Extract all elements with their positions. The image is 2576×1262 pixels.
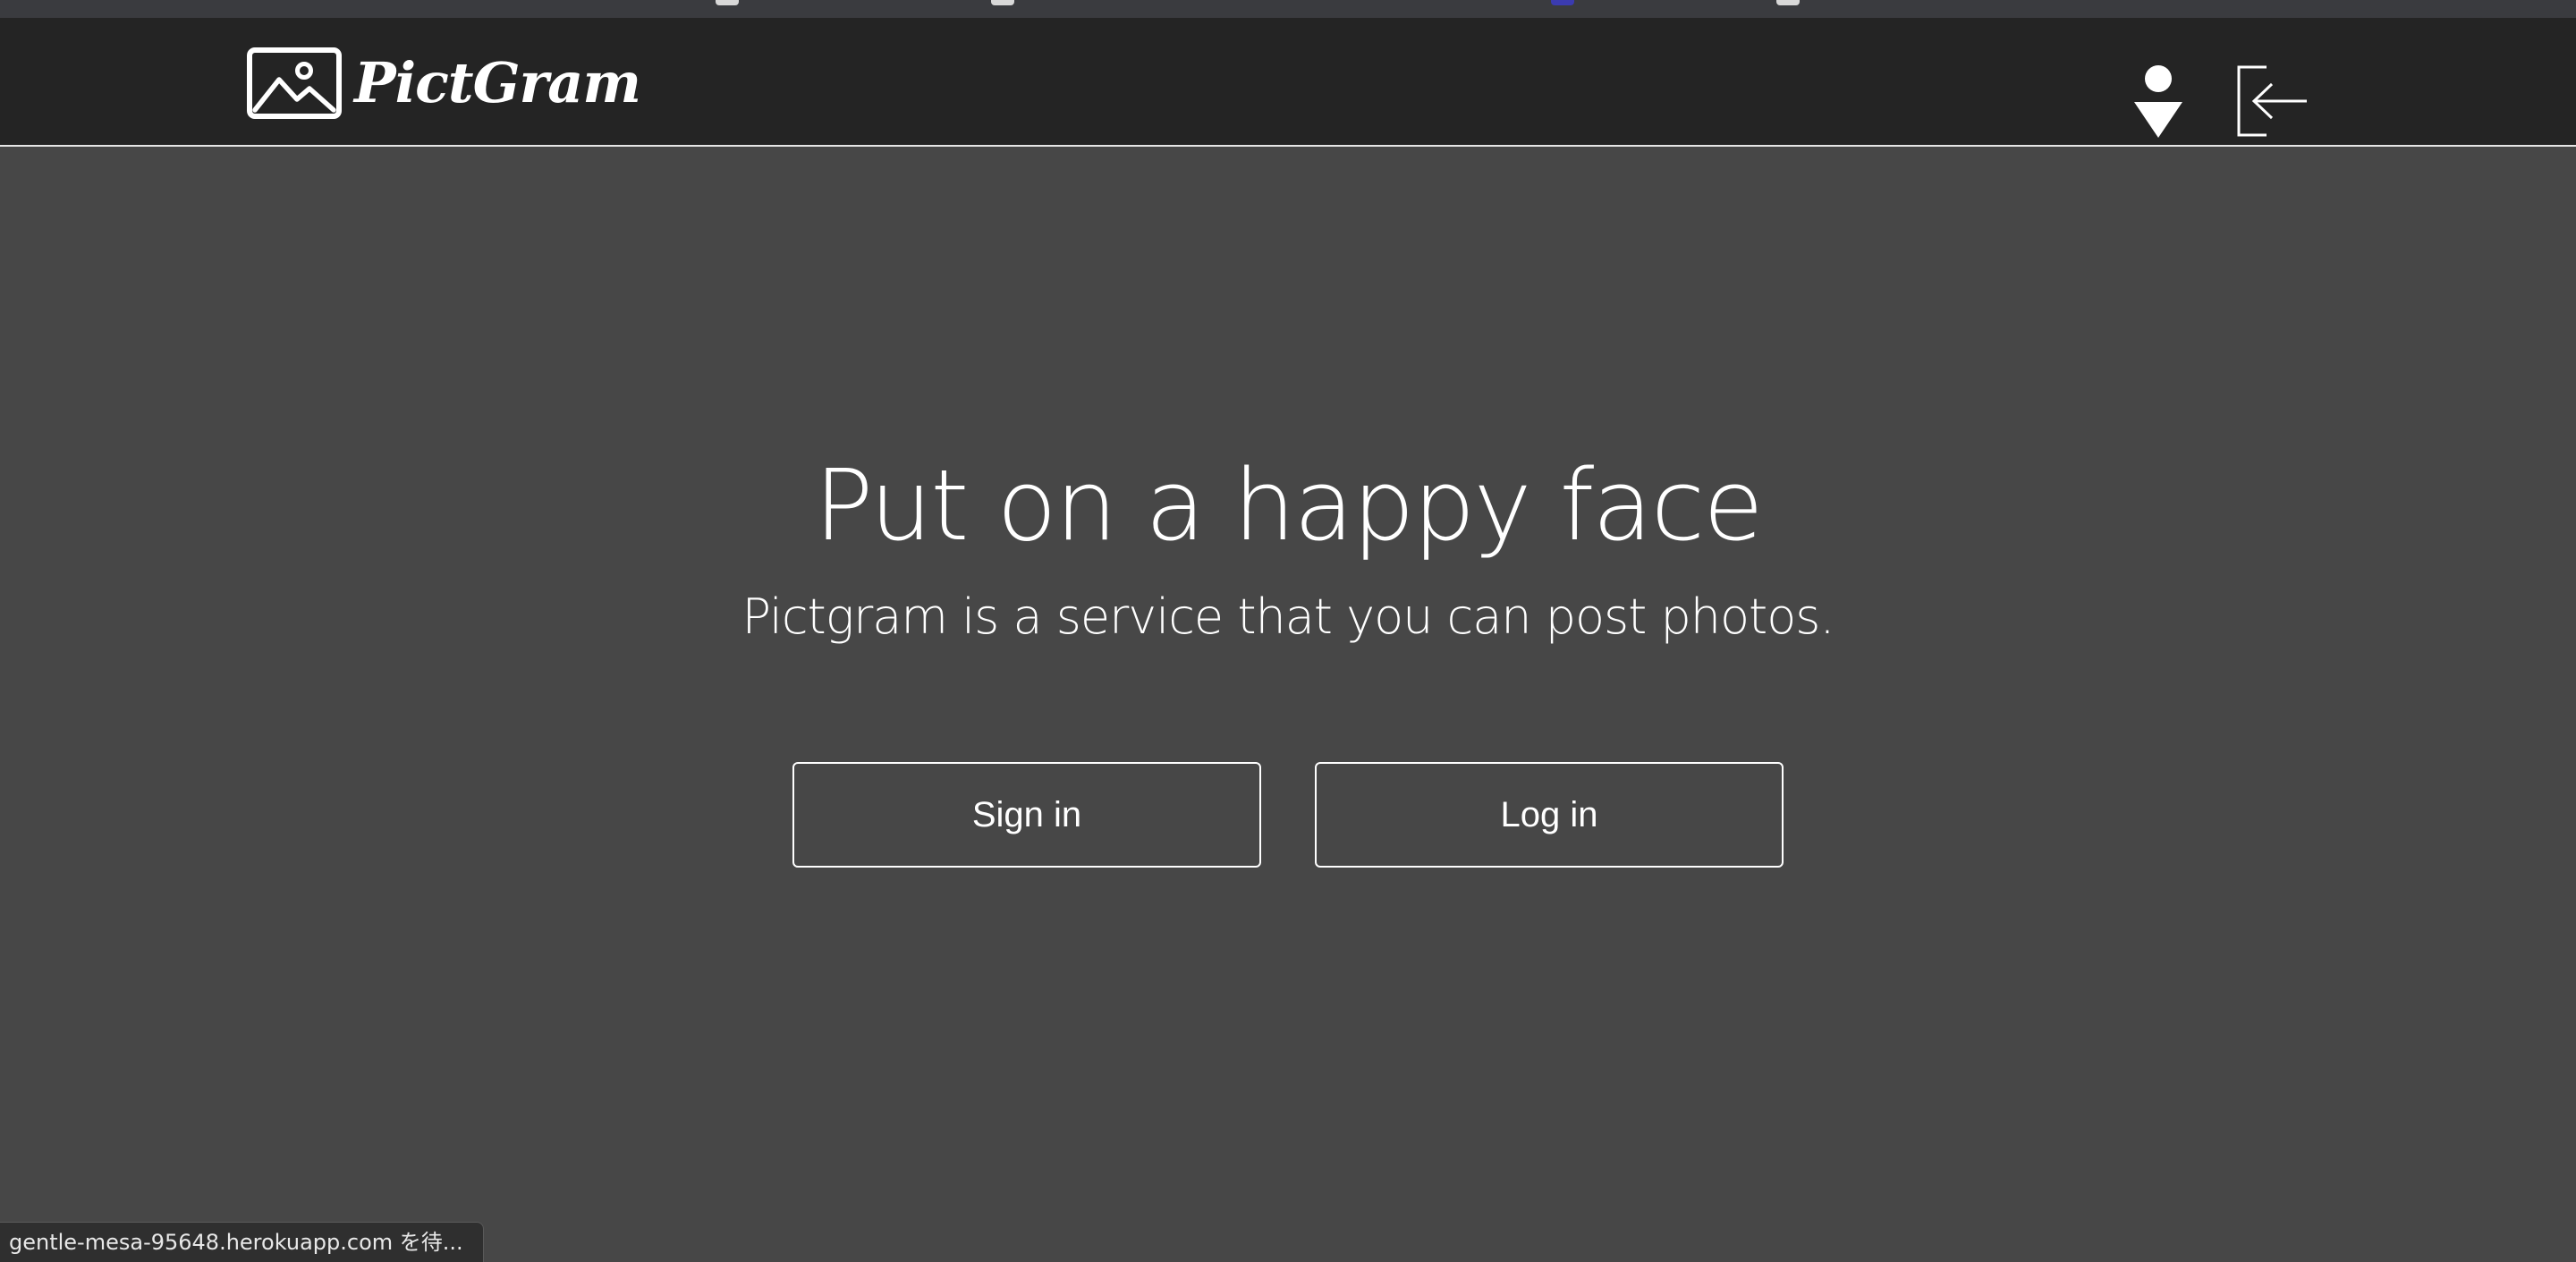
image-landscape-icon xyxy=(247,47,342,119)
login-arrow-icon[interactable] xyxy=(2234,64,2309,138)
navbar: PictGram xyxy=(0,18,2576,147)
tab-indicator xyxy=(1551,0,1574,5)
tab-indicator xyxy=(716,0,739,5)
user-icon[interactable] xyxy=(2131,64,2186,138)
tab-indicator xyxy=(991,0,1014,5)
tab-indicator xyxy=(1776,0,1800,5)
brand-name: PictGram xyxy=(354,50,641,115)
sign-in-button[interactable]: Sign in xyxy=(792,762,1261,868)
browser-status-bar: gentle-mesa-95648.herokuapp.com を待... xyxy=(0,1222,484,1262)
hero-title: Put on a happy face xyxy=(814,448,1764,563)
hero-section: Put on a happy face Pictgram is a servic… xyxy=(0,438,2576,656)
browser-tab-strip xyxy=(0,0,2576,18)
hero-subtitle: Pictgram is a service that you can post … xyxy=(741,589,1835,645)
brand-home-link[interactable]: PictGram xyxy=(247,47,641,120)
log-in-button[interactable]: Log in xyxy=(1315,762,1784,868)
